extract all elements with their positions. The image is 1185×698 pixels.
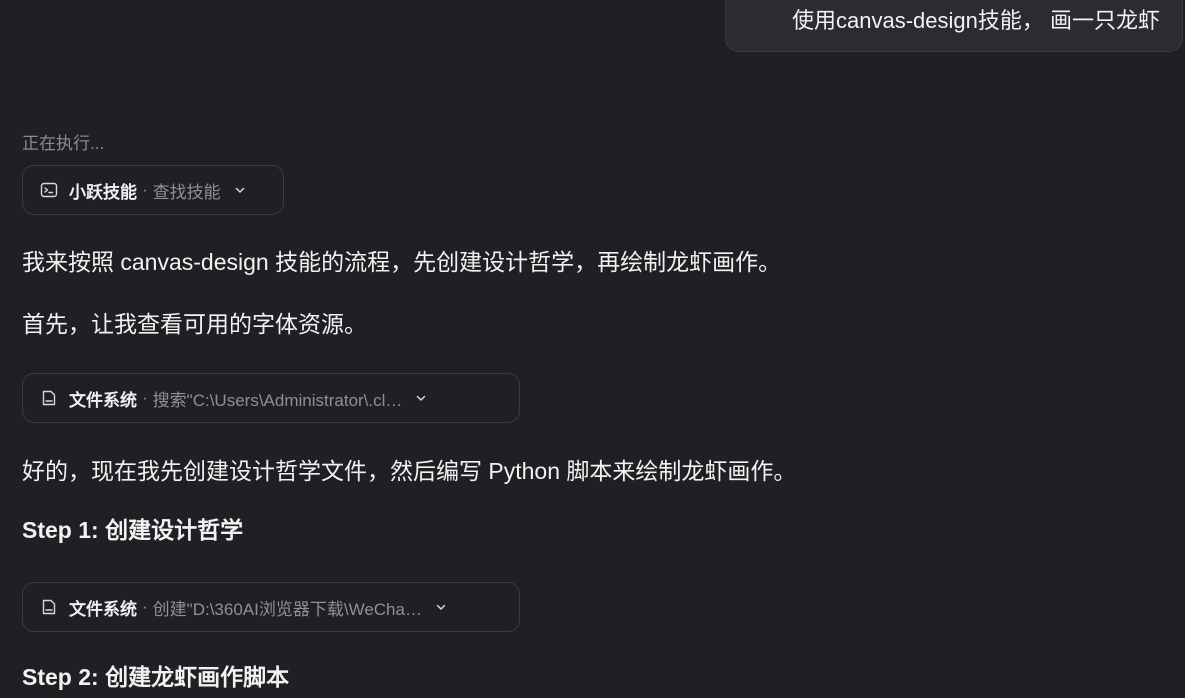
user-message-text: 使用canvas-design技能， 画一只龙虾 [792, 8, 1160, 33]
file-icon [39, 597, 59, 617]
tool-name: 文件系统 [69, 599, 137, 619]
assistant-message: 我来按照 canvas-design 技能的流程，先创建设计哲学，再绘制龙虾画作… [22, 249, 782, 275]
tool-separator: · [142, 180, 148, 199]
step-heading: Step 1: 创建设计哲学 [22, 517, 244, 543]
status-text: 正在执行... [22, 134, 105, 153]
tool-call-skill-search[interactable]: 小跃技能 · 查找技能 [22, 165, 284, 215]
tool-detail: 查找技能 [152, 182, 221, 202]
chevron-down-icon[interactable] [414, 391, 428, 405]
user-message-bubble: 使用canvas-design技能， 画一只龙虾 [725, 0, 1183, 52]
tool-separator: · [142, 597, 148, 616]
tool-name: 小跃技能 [69, 182, 137, 202]
tool-call-filesystem-search[interactable]: 文件系统 · 搜索"C:\Users\Administrator\.cl… [22, 373, 520, 423]
tool-detail: 创建"D:\360AI浏览器下载\WeCha… [152, 599, 422, 619]
terminal-icon [39, 180, 59, 200]
assistant-message: 好的，现在我先创建设计哲学文件，然后编写 Python 脚本来绘制龙虾画作。 [22, 458, 797, 484]
step-heading: Step 2: 创建龙虾画作脚本 [22, 664, 290, 690]
chevron-down-icon[interactable] [434, 600, 448, 614]
tool-detail: 搜索"C:\Users\Administrator\.cl… [152, 390, 403, 410]
tool-name: 文件系统 [69, 390, 137, 410]
chevron-down-icon[interactable] [233, 183, 247, 197]
file-icon [39, 388, 59, 408]
tool-call-filesystem-create[interactable]: 文件系统 · 创建"D:\360AI浏览器下载\WeCha… [22, 582, 520, 632]
assistant-message: 首先，让我查看可用的字体资源。 [22, 311, 367, 337]
chat-page: 使用canvas-design技能， 画一只龙虾 正在执行... 小跃技能 · … [0, 0, 1185, 698]
tool-separator: · [142, 388, 148, 407]
